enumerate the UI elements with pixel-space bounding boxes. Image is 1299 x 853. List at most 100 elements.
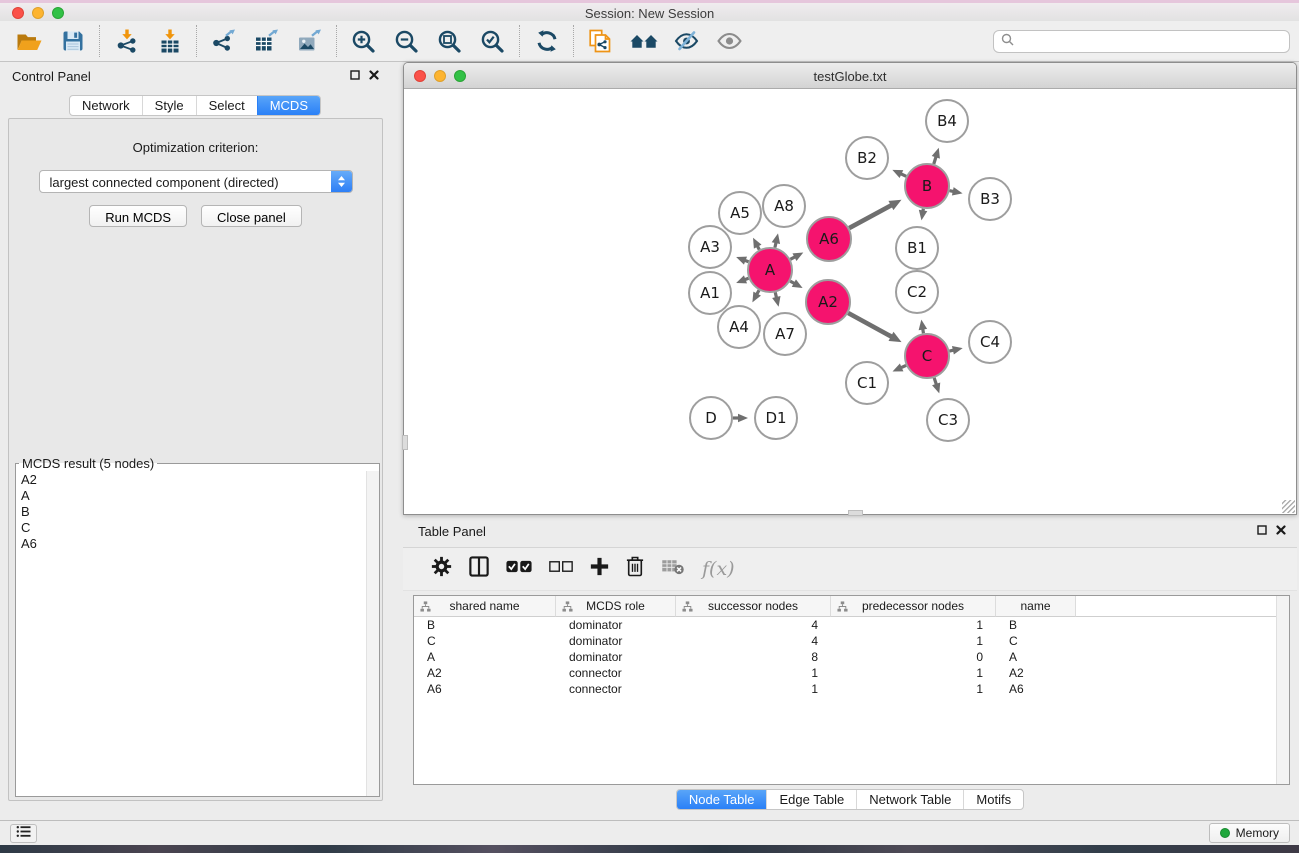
network-canvas[interactable]: B4B2BB3B1A6A5A8A3AA1A4A7A2C2CC4C1C3DD1 bbox=[404, 89, 1296, 514]
table-cell-predecessor-nodes[interactable]: 1 bbox=[831, 666, 996, 680]
node-A7[interactable]: A7 bbox=[764, 313, 806, 355]
home-button[interactable] bbox=[622, 23, 665, 59]
edge-A-A6[interactable] bbox=[790, 252, 803, 260]
delete-button[interactable] bbox=[626, 556, 644, 582]
table-cell-shared-name[interactable]: C bbox=[414, 634, 556, 648]
table-row[interactable]: Bdominator41B bbox=[414, 617, 1289, 633]
mcds-result-item[interactable]: A bbox=[21, 488, 363, 504]
node-D[interactable]: D bbox=[690, 397, 732, 439]
table-cell-name[interactable]: B bbox=[996, 618, 1076, 632]
edge-B-B2[interactable] bbox=[892, 170, 906, 178]
control-tab-style[interactable]: Style bbox=[142, 96, 196, 115]
edge-B-B4[interactable] bbox=[932, 148, 940, 164]
column-header-mcds-role[interactable]: MCDS role bbox=[556, 596, 676, 617]
table-tab-network-table[interactable]: Network Table bbox=[856, 790, 963, 809]
resize-grip[interactable] bbox=[1282, 500, 1295, 513]
close-panel-button[interactable]: Close panel bbox=[201, 205, 302, 227]
delete-table-button[interactable] bbox=[661, 558, 685, 580]
edge-A-A7[interactable] bbox=[772, 292, 780, 306]
node-A8[interactable]: A8 bbox=[763, 185, 805, 227]
column-header-successor-nodes[interactable]: successor nodes bbox=[676, 596, 831, 617]
node-C1[interactable]: C1 bbox=[846, 362, 888, 404]
table-tab-motifs[interactable]: Motifs bbox=[963, 790, 1023, 809]
table-row[interactable]: A2connector11A2 bbox=[414, 665, 1289, 681]
columns-button[interactable] bbox=[469, 556, 489, 582]
edge-B-B1[interactable] bbox=[919, 209, 927, 221]
import-network-button[interactable] bbox=[105, 23, 148, 59]
node-A2[interactable]: A2 bbox=[806, 280, 850, 324]
table-cell-successor-nodes[interactable]: 8 bbox=[676, 650, 831, 664]
node-B4[interactable]: B4 bbox=[926, 100, 968, 142]
edge-A-A3[interactable] bbox=[736, 257, 748, 265]
table-cell-name[interactable]: A bbox=[996, 650, 1076, 664]
zoom-fit-button[interactable] bbox=[428, 23, 471, 59]
table-cell-mcds-role[interactable]: dominator bbox=[556, 618, 676, 632]
table-cell-predecessor-nodes[interactable]: 1 bbox=[831, 618, 996, 632]
close-table-panel-icon[interactable] bbox=[1276, 525, 1286, 535]
edge-C-C2[interactable] bbox=[919, 320, 927, 334]
table-cell-shared-name[interactable]: B bbox=[414, 618, 556, 632]
table-row[interactable]: A6connector11A6 bbox=[414, 681, 1289, 697]
float-table-panel-icon[interactable] bbox=[1257, 525, 1267, 535]
node-C3[interactable]: C3 bbox=[927, 399, 969, 441]
edge-A-A4[interactable] bbox=[752, 290, 761, 302]
edge-C-C1[interactable] bbox=[893, 363, 906, 371]
table-cell-name[interactable]: A6 bbox=[996, 682, 1076, 696]
table-cell-shared-name[interactable]: A bbox=[414, 650, 556, 664]
deselect-all-button[interactable] bbox=[549, 560, 573, 578]
run-mcds-button[interactable]: Run MCDS bbox=[89, 205, 187, 227]
save-button[interactable] bbox=[51, 23, 94, 59]
hide-button[interactable] bbox=[665, 23, 708, 59]
result-scrollbar[interactable] bbox=[366, 471, 379, 796]
function-button[interactable]: f(x) bbox=[702, 558, 735, 580]
edge-A-A2[interactable] bbox=[790, 279, 802, 288]
select-all-button[interactable] bbox=[506, 559, 532, 579]
table-cell-name[interactable]: A2 bbox=[996, 666, 1076, 680]
table-cell-name[interactable]: C bbox=[996, 634, 1076, 648]
mcds-result-item[interactable]: C bbox=[21, 520, 363, 536]
search-input[interactable] bbox=[1018, 33, 1289, 51]
node-C[interactable]: C bbox=[905, 334, 949, 378]
zoom-out-button[interactable] bbox=[385, 23, 428, 59]
node-A1[interactable]: A1 bbox=[689, 272, 731, 314]
panel-divider-handle-bottom[interactable] bbox=[848, 510, 863, 516]
node-B[interactable]: B bbox=[905, 164, 949, 208]
table-cell-mcds-role[interactable]: connector bbox=[556, 682, 676, 696]
search-box[interactable] bbox=[993, 30, 1290, 53]
edge-C-C3[interactable] bbox=[932, 378, 940, 394]
import-table-button[interactable] bbox=[148, 23, 191, 59]
table-cell-shared-name[interactable]: A6 bbox=[414, 682, 556, 696]
optimization-dropdown[interactable]: largest connected component (directed) bbox=[39, 170, 353, 193]
table-row[interactable]: Adominator80A bbox=[414, 649, 1289, 665]
table-cell-successor-nodes[interactable]: 1 bbox=[676, 666, 831, 680]
node-B2[interactable]: B2 bbox=[846, 137, 888, 179]
column-header-name[interactable]: name bbox=[996, 596, 1076, 617]
table-scrollbar[interactable] bbox=[1276, 596, 1289, 784]
node-A4[interactable]: A4 bbox=[718, 306, 760, 348]
table-tab-edge-table[interactable]: Edge Table bbox=[766, 790, 856, 809]
table-cell-successor-nodes[interactable]: 4 bbox=[676, 618, 831, 632]
mcds-result-item[interactable]: A2 bbox=[21, 472, 363, 488]
table-cell-successor-nodes[interactable]: 4 bbox=[676, 634, 831, 648]
column-header-shared-name[interactable]: shared name bbox=[414, 596, 556, 617]
task-history-button[interactable] bbox=[10, 824, 37, 843]
export-network-button[interactable] bbox=[202, 23, 245, 59]
memory-button[interactable]: Memory bbox=[1209, 823, 1290, 843]
panel-divider-handle-left[interactable] bbox=[402, 435, 408, 450]
table-cell-predecessor-nodes[interactable]: 0 bbox=[831, 650, 996, 664]
edge-A-A8[interactable] bbox=[772, 233, 780, 247]
table-cell-mcds-role[interactable]: dominator bbox=[556, 650, 676, 664]
export-table-button[interactable] bbox=[245, 23, 288, 59]
edge-D-D1[interactable] bbox=[733, 414, 748, 423]
show-button[interactable] bbox=[708, 23, 751, 59]
node-A6[interactable]: A6 bbox=[807, 217, 851, 261]
edge-C-C4[interactable] bbox=[949, 346, 962, 354]
mcds-result-item[interactable]: B bbox=[21, 504, 363, 520]
table-row[interactable]: Cdominator41C bbox=[414, 633, 1289, 649]
edge-A2-C[interactable] bbox=[848, 313, 901, 342]
node-D1[interactable]: D1 bbox=[755, 397, 797, 439]
table-cell-successor-nodes[interactable]: 1 bbox=[676, 682, 831, 696]
zoom-selected-button[interactable] bbox=[471, 23, 514, 59]
node-C4[interactable]: C4 bbox=[969, 321, 1011, 363]
edge-A-A1[interactable] bbox=[736, 275, 748, 283]
